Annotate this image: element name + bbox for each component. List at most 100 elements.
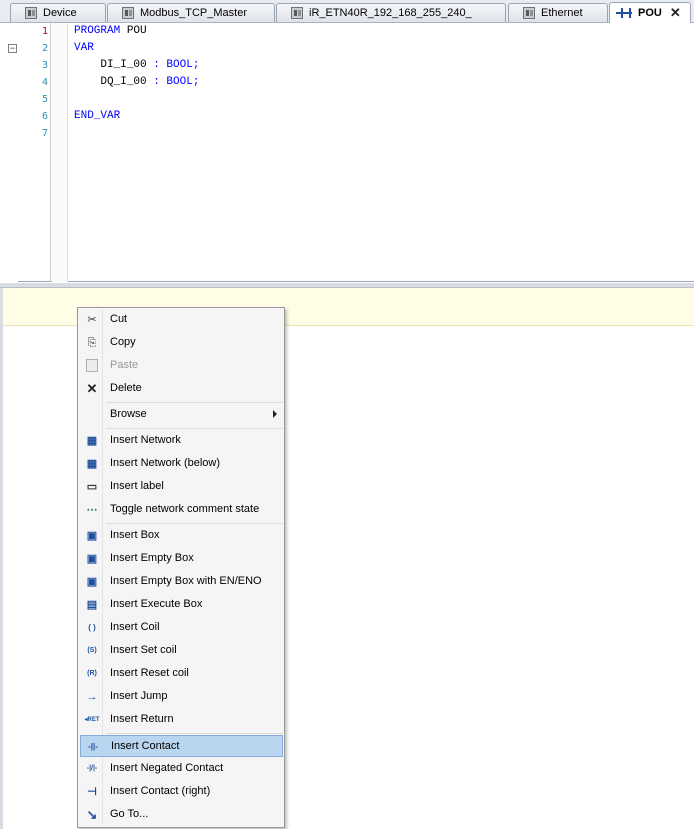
comment-toggle-icon: ⋯ [86,504,98,516]
menu-item-label: Paste [110,359,139,371]
menu-item-insert-coil[interactable]: ( ) Insert Coil [80,617,283,639]
goto-icon: ↘ [86,807,98,822]
menu-item-label: Insert Network [110,434,181,446]
variable-type: : BOOL; [153,76,200,88]
menu-item-insert-empty-box-en-eno[interactable]: ▣ Insert Empty Box with EN/ENO [80,571,283,593]
tab-ethernet[interactable]: Ethernet [508,3,608,22]
menu-item-insert-contact[interactable]: -||- Insert Contact [80,735,283,757]
fold-margin: − [0,23,18,282]
close-tab-icon[interactable]: ✕ [670,5,681,21]
menu-item-insert-empty-box[interactable]: ▣ Insert Empty Box [80,548,283,570]
menu-item-insert-set-coil[interactable]: (S) Insert Set coil [80,640,283,662]
menu-item-insert-contact-right[interactable]: ⊣ Insert Contact (right) [80,781,283,803]
menu-item-label: Insert Contact (right) [110,785,211,797]
menu-item-browse[interactable]: Browse [80,404,283,426]
menu-item-label: Copy [110,336,136,348]
line-number: 3 [41,60,48,71]
tab-label: Device [43,7,77,19]
device-icon [122,7,134,19]
code-line[interactable]: PROGRAM POU [74,23,147,40]
menu-item-go-to[interactable]: ↘ Go To... [80,804,283,826]
delete-x-icon: ✕ [86,381,98,396]
menu-item-label: Insert Network (below) [110,457,221,469]
contact-icon: -||- [88,742,98,751]
execute-box-icon: ▤ [86,599,98,611]
collapse-icon[interactable]: − [8,44,17,53]
return-icon: ◂RET [84,717,100,723]
menu-item-insert-jump[interactable]: → Insert Jump [80,686,283,708]
tab-modbus-tcp-master[interactable]: Modbus_TCP_Master [107,3,275,22]
menu-separator [106,428,283,429]
variable-name: DQ_I_00 [74,76,154,88]
tab-pou[interactable]: POU ✕ [609,2,691,23]
tab-device[interactable]: Device [10,3,106,22]
menu-item-label: Insert Return [110,713,174,725]
jump-arrow-icon: → [86,691,98,703]
menu-item-label: Insert label [110,480,164,492]
empty-box-en-eno-icon: ▣ [86,576,98,588]
tab-label: POU [638,7,662,19]
menu-separator [106,523,283,524]
set-coil-icon: (S) [87,647,97,654]
copy-icon: ⎘ [87,337,97,349]
line-number-gutter: 1 2 3 4 5 6 7 [18,23,51,282]
menu-item-insert-reset-coil[interactable]: (R) Insert Reset coil [80,663,283,685]
submenu-arrow-icon [273,410,277,418]
device-icon [523,7,535,19]
code-line[interactable]: VAR [74,40,94,57]
menu-item-label: Delete [110,382,142,394]
line-number: 4 [41,77,48,88]
empty-box-icon: ▣ [86,553,98,565]
menu-item-cut[interactable]: ✂ Cut [80,309,283,331]
menu-item-insert-box[interactable]: ▣ Insert Box [80,525,283,547]
menu-item-insert-network-below[interactable]: ▦ Insert Network (below) [80,453,283,475]
menu-item-label: Insert Empty Box with EN/ENO [110,575,262,587]
code-line[interactable]: DI_I_00 : BOOL; [74,57,199,74]
code-keyword: END_VAR [74,110,121,122]
menu-item-label: Insert Jump [110,690,168,702]
ladder-pou-icon [616,7,632,19]
coil-icon: ( ) [88,623,96,632]
menu-item-label: Insert Empty Box [110,552,194,564]
line-number: 7 [41,128,48,139]
menu-item-paste[interactable]: Paste [80,355,283,377]
menu-item-label: Cut [110,313,128,325]
menu-item-label: Insert Reset coil [110,667,189,679]
menu-item-insert-network[interactable]: ▦ Insert Network [80,430,283,452]
editor-tab-bar: Device Modbus_TCP_Master iR_ETN40R_192_1… [0,0,694,23]
tab-label: iR_ETN40R_192_168_255_240_ [309,7,472,19]
reset-coil-icon: (R) [87,670,97,677]
tab-ir-etn40r[interactable]: iR_ETN40R_192_168_255_240_ [276,3,506,22]
menu-item-label: Insert Box [110,529,160,541]
breakpoint-gutter[interactable] [52,23,68,282]
code-keyword: PROGRAM [74,25,121,37]
menu-item-insert-negated-contact[interactable]: -|/|- Insert Negated Contact [80,758,283,780]
context-menu: ✂ Cut ⎘ Copy Paste ✕ Delete Browse ▦ Ins… [77,307,285,828]
negated-contact-icon: -|/|- [86,765,98,772]
box-icon: ▣ [86,530,98,542]
menu-item-label: Insert Execute Box [110,598,203,610]
code-text: POU [120,25,147,37]
code-line[interactable]: DQ_I_00 : BOOL; [74,74,199,91]
menu-item-label: Insert Set coil [110,644,177,656]
menu-item-insert-execute-box[interactable]: ▤ Insert Execute Box [80,594,283,616]
menu-item-insert-return[interactable]: ◂RET Insert Return [80,709,283,731]
paste-icon [86,359,98,372]
menu-item-toggle-comment[interactable]: ⋯ Toggle network comment state [80,499,283,521]
menu-item-label: Insert Coil [110,621,160,633]
scissors-icon: ✂ [87,314,97,326]
declaration-editor[interactable]: − 1 2 3 4 5 6 7 PROGRAM POU VAR DI_I_00 … [0,23,694,282]
tab-label: Modbus_TCP_Master [140,7,247,19]
menu-item-label: Toggle network comment state [110,503,260,515]
device-icon [291,7,303,19]
menu-separator [106,733,283,734]
menu-separator [106,402,283,403]
menu-item-label: Insert Negated Contact [110,762,224,774]
menu-item-delete[interactable]: ✕ Delete [80,378,283,400]
menu-item-copy[interactable]: ⎘ Copy [80,332,283,354]
code-keyword: VAR [74,42,94,54]
menu-item-insert-label[interactable]: ▭ Insert label [80,476,283,498]
device-icon [25,7,37,19]
label-icon: ▭ [86,481,98,493]
code-line[interactable]: END_VAR [74,108,120,125]
